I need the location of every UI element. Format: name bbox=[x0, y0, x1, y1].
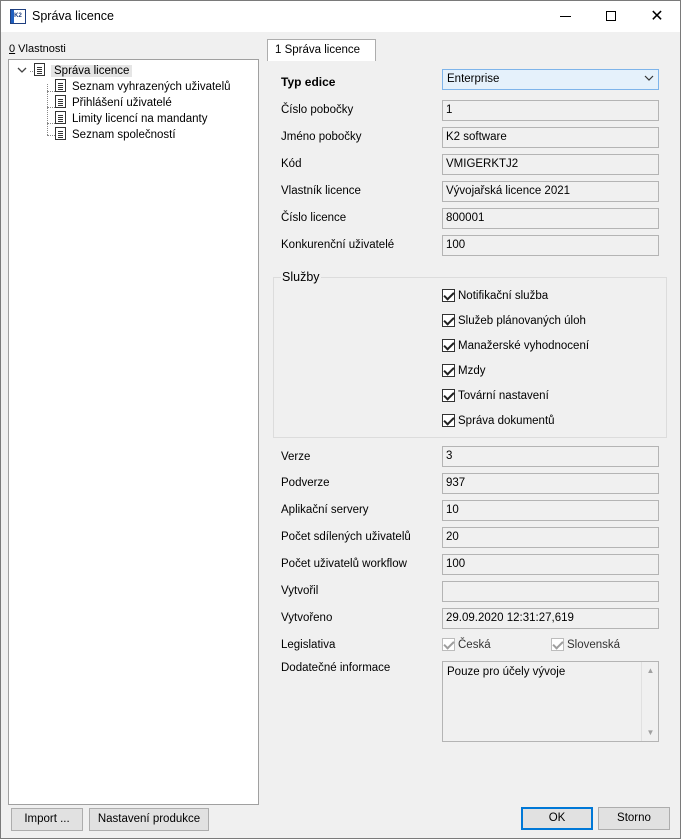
legislation-label: Legislativa bbox=[281, 639, 336, 651]
tree-item-license-limits[interactable]: Limity licencí na mandanty bbox=[55, 111, 208, 127]
version-label: Verze bbox=[281, 451, 311, 463]
edition-type-label: Typ edice bbox=[281, 75, 336, 89]
tree-item-reserved-users[interactable]: Seznam vyhrazených uživatelů bbox=[55, 79, 231, 95]
created-at-label: Vytvořeno bbox=[281, 612, 333, 624]
shared-users-label: Počet sdílených uživatelů bbox=[281, 531, 411, 543]
version-field[interactable]: 3 bbox=[442, 446, 659, 467]
legislation-czech-checkbox[interactable]: Česká bbox=[442, 637, 491, 653]
concurrent-users-label: Konkurenční uživatelé bbox=[281, 239, 395, 251]
branch-number-field[interactable]: 1 bbox=[442, 100, 659, 121]
management-evaluation-checkbox[interactable]: Manažerské vyhodnocení bbox=[442, 338, 589, 354]
title-bar: K2 Správa licence ✕ bbox=[1, 1, 680, 32]
legislation-slovak-checkbox[interactable]: Slovenská bbox=[551, 637, 620, 653]
k2-app-icon: K2 bbox=[10, 9, 26, 24]
import-button[interactable]: Import ... bbox=[11, 808, 83, 831]
checkbox-checked-icon bbox=[442, 314, 455, 327]
license-number-field[interactable]: 800001 bbox=[442, 208, 659, 229]
payroll-checkbox[interactable]: Mzdy bbox=[442, 363, 485, 379]
checkbox-checked-icon bbox=[551, 638, 564, 651]
workflow-users-label: Počet uživatelů workflow bbox=[281, 558, 407, 570]
subversion-label: Podverze bbox=[281, 477, 330, 489]
code-field[interactable]: VMIGERKTJ2 bbox=[442, 154, 659, 175]
tree-item-license-management[interactable]: Správa licence bbox=[34, 63, 133, 79]
license-window: K2 Správa licence ✕ 0 Vlastnosti Správa … bbox=[0, 0, 681, 839]
branch-number-label: Číslo pobočky bbox=[281, 104, 354, 116]
scroll-up-icon[interactable]: ▲ bbox=[642, 662, 659, 679]
maximize-button[interactable] bbox=[588, 1, 634, 32]
ok-button[interactable]: OK bbox=[521, 807, 593, 830]
document-icon bbox=[55, 111, 66, 124]
created-by-field[interactable] bbox=[442, 581, 659, 602]
tree-item-logged-users[interactable]: Přihlášení uživatelé bbox=[55, 95, 172, 111]
scheduled-tasks-checkbox[interactable]: Služeb plánovaných úloh bbox=[442, 313, 586, 329]
services-group-title: Služby bbox=[281, 270, 321, 284]
license-owner-label: Vlastník licence bbox=[281, 185, 361, 197]
textarea-scrollbar[interactable]: ▲ ▼ bbox=[641, 662, 658, 741]
workflow-users-field[interactable]: 100 bbox=[442, 554, 659, 575]
minimize-icon bbox=[560, 16, 571, 17]
properties-tree[interactable]: Správa licence Seznam vyhrazených uživat… bbox=[8, 59, 259, 805]
checkbox-checked-icon bbox=[442, 289, 455, 302]
created-at-field[interactable]: 29.09.2020 12:31:27,619 bbox=[442, 608, 659, 629]
checkbox-checked-icon bbox=[442, 638, 455, 651]
document-icon bbox=[55, 79, 66, 92]
app-servers-label: Aplikační servery bbox=[281, 504, 369, 516]
tab-license-management[interactable]: 1 Správa licence bbox=[267, 39, 377, 61]
concurrent-users-field[interactable]: 100 bbox=[442, 235, 659, 256]
edition-type-select[interactable]: Enterprise bbox=[442, 69, 659, 90]
additional-info-textarea[interactable]: Pouze pro účely vývoje ▲ ▼ bbox=[442, 661, 659, 742]
checkbox-checked-icon bbox=[442, 389, 455, 402]
document-icon bbox=[55, 127, 66, 140]
factory-settings-checkbox[interactable]: Tovární nastavení bbox=[442, 388, 549, 404]
checkbox-checked-icon bbox=[442, 339, 455, 352]
checkbox-checked-icon bbox=[442, 364, 455, 377]
app-servers-field[interactable]: 10 bbox=[442, 500, 659, 521]
chevron-down-icon bbox=[644, 75, 654, 81]
additional-info-label: Dodatečné informace bbox=[281, 662, 391, 674]
document-icon bbox=[55, 95, 66, 108]
code-label: Kód bbox=[281, 158, 302, 170]
document-management-checkbox[interactable]: Správa dokumentů bbox=[442, 413, 555, 429]
chevron-down-icon[interactable] bbox=[17, 65, 27, 75]
properties-panel-label: 0 Vlastnosti bbox=[9, 43, 66, 55]
close-button[interactable]: ✕ bbox=[634, 1, 680, 32]
license-number-label: Číslo licence bbox=[281, 212, 347, 224]
scroll-down-icon[interactable]: ▼ bbox=[642, 724, 659, 741]
shared-users-field[interactable]: 20 bbox=[442, 527, 659, 548]
cancel-button[interactable]: Storno bbox=[598, 807, 670, 830]
branch-name-field[interactable]: K2 software bbox=[442, 127, 659, 148]
document-icon bbox=[34, 63, 45, 76]
close-icon: ✕ bbox=[650, 8, 664, 25]
notification-service-checkbox[interactable]: Notifikační služba bbox=[442, 288, 548, 304]
subversion-field[interactable]: 937 bbox=[442, 473, 659, 494]
created-by-label: Vytvořil bbox=[281, 585, 319, 597]
branch-name-label: Jméno pobočky bbox=[281, 131, 362, 143]
minimize-button[interactable] bbox=[542, 1, 588, 32]
maximize-icon bbox=[606, 11, 616, 21]
tree-item-companies[interactable]: Seznam společností bbox=[55, 127, 176, 143]
production-settings-button[interactable]: Nastavení produkce bbox=[89, 808, 209, 831]
window-title: Správa licence bbox=[32, 9, 114, 23]
checkbox-checked-icon bbox=[442, 414, 455, 427]
license-owner-field[interactable]: Vývojařská licence 2021 bbox=[442, 181, 659, 202]
